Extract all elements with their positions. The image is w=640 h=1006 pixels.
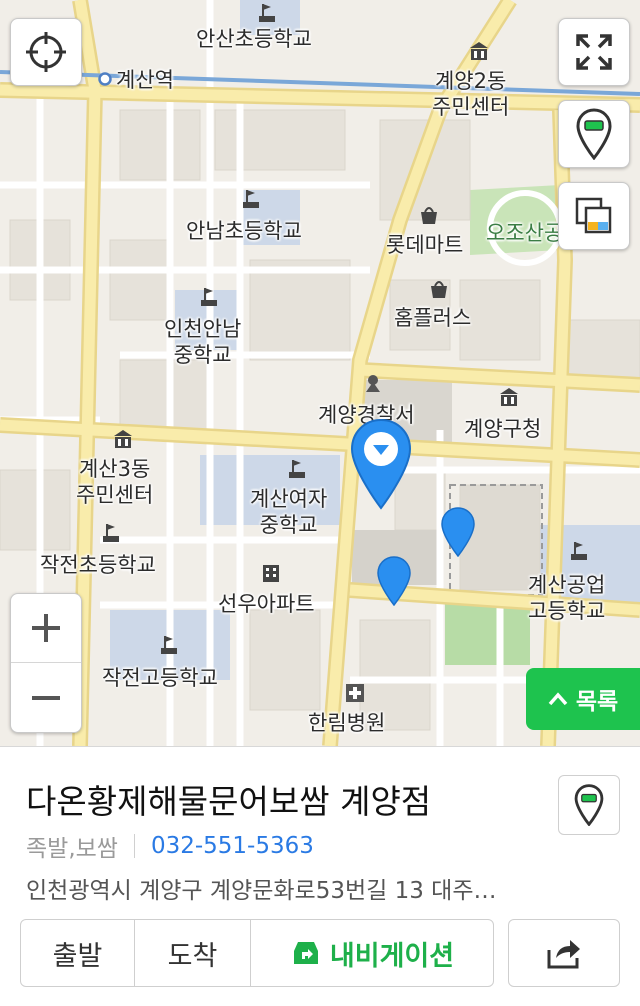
label-jakjeon-high: 작전고등학교 <box>102 666 218 690</box>
label-ojo-mountain: 오조산공 <box>486 221 564 245</box>
expand-icon <box>576 34 612 70</box>
share-button[interactable] <box>508 919 620 987</box>
crosshair-icon <box>26 32 66 72</box>
label-incheon-annam: 인천안남 중학교 <box>164 317 242 367</box>
school-icon-6 <box>571 542 587 560</box>
apartment-icon <box>263 565 279 582</box>
label-lotte-mart: 롯데마트 <box>386 233 464 257</box>
map-layers-button[interactable] <box>558 182 630 250</box>
school-icon-4 <box>289 460 305 478</box>
zoom-in-button[interactable] <box>11 594 81 663</box>
government-icon-2 <box>500 388 518 406</box>
map-pin-icon-2 <box>574 784 604 826</box>
my-location-button[interactable] <box>10 18 82 86</box>
label-jakjeon-elem: 작전초등학교 <box>40 553 156 577</box>
list-button-label: 목록 <box>575 689 619 715</box>
label-gyeyang2-center: 계양2동 주민센터 <box>432 69 510 119</box>
save-place-button[interactable] <box>558 775 620 835</box>
label-girls-school: 계산여자 중학교 <box>250 487 328 537</box>
label-gyesan-station: 계산역 <box>116 68 174 92</box>
depart-label: 출발 <box>52 940 103 972</box>
map-pin-toggle-button[interactable] <box>558 100 630 168</box>
hospital-icon <box>346 684 364 702</box>
school-icon-2 <box>243 190 259 208</box>
map-pin-icon <box>576 108 612 160</box>
label-ansan-school: 안산초등학교 <box>196 27 312 51</box>
place-pin-3[interactable] <box>377 556 411 606</box>
zoom-control <box>10 593 82 733</box>
selected-place-pin[interactable] <box>350 418 412 510</box>
label-homeplus: 홈플러스 <box>394 306 472 330</box>
place-info-panel: 다온황제해물문어보쌈 계양점 족발,보쌈 032-551-5363 인천광역시 … <box>0 746 640 1006</box>
label-hallym: 한림병원 <box>308 711 386 735</box>
government-icon <box>470 42 488 60</box>
route-actions: 출발 도착 내비게이션 <box>20 919 494 987</box>
label-gyeyang-office: 계양구청 <box>464 417 542 441</box>
school-icon <box>259 4 275 22</box>
list-button[interactable]: 목록 <box>526 668 640 730</box>
place-meta: 족발,보쌈 032-551-5363 <box>26 829 314 863</box>
government-icon-3 <box>114 430 132 448</box>
map-base <box>0 0 640 746</box>
place-address: 인천광역시 계양구 계양문화로53번길 13 대주… <box>26 878 497 904</box>
school-icon-7 <box>161 636 177 654</box>
school-icon-5 <box>103 524 119 542</box>
label-gyesan3-center: 계산3동 주민센터 <box>76 457 154 507</box>
map-view[interactable]: 안산초등학교 계산역 계양2동 주민센터 롯데마트 오조산공 안남초등학교 홈플… <box>0 0 640 746</box>
shopping-icon-2 <box>431 281 447 298</box>
navigation-label: 내비게이션 <box>329 940 455 972</box>
label-technical-school: 계산공업 고등학교 <box>528 573 606 623</box>
police-icon <box>366 375 380 392</box>
label-annam-school: 안남초등학교 <box>186 219 302 243</box>
station-icon <box>98 72 112 86</box>
place-category: 족발,보쌈 <box>26 836 118 862</box>
shopping-icon <box>421 207 437 224</box>
plus-icon <box>32 614 60 642</box>
arrive-label: 도착 <box>167 940 218 972</box>
arrive-button[interactable]: 도착 <box>135 920 251 986</box>
label-seonwoo-apt: 선우아파트 <box>218 592 315 616</box>
place-name[interactable]: 다온황제해물문어보쌈 계양점 <box>26 775 431 823</box>
navigation-button[interactable]: 내비게이션 <box>251 920 493 986</box>
fullscreen-button[interactable] <box>558 18 630 86</box>
minus-icon <box>32 695 60 700</box>
place-phone-link[interactable]: 032-551-5363 <box>151 833 314 859</box>
meta-divider <box>133 834 135 858</box>
layers-icon <box>575 197 612 234</box>
chevron-up-icon <box>548 692 568 706</box>
car-icon <box>293 942 318 964</box>
place-pin-2[interactable] <box>441 507 475 557</box>
school-icon-3 <box>201 288 217 306</box>
zoom-out-button[interactable] <box>11 663 81 732</box>
share-icon <box>547 940 580 969</box>
depart-button[interactable]: 출발 <box>21 920 135 986</box>
